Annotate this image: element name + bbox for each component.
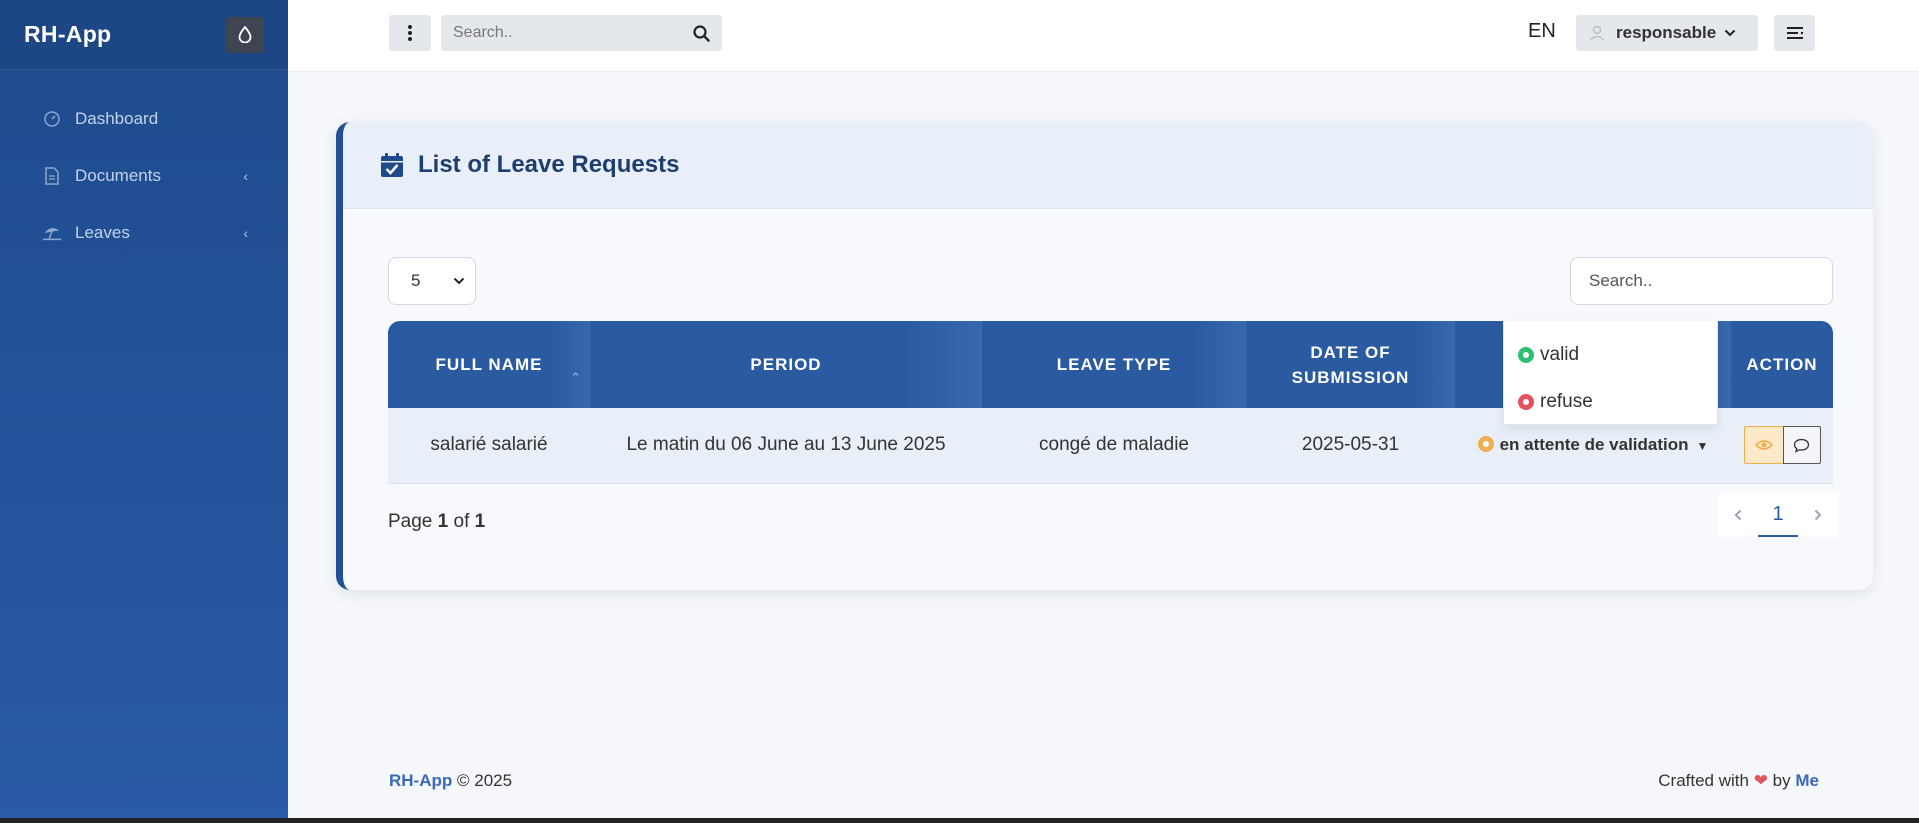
status-option-refuse[interactable]: refuse: [1504, 378, 1717, 425]
theme-toggle-button[interactable]: [226, 16, 264, 53]
column-header-action: ACTION: [1731, 321, 1833, 408]
chevron-down-icon: [1724, 29, 1736, 37]
comment-icon: [1793, 438, 1810, 453]
page-title: List of Leave Requests: [418, 151, 680, 178]
column-header-period[interactable]: PERIOD: [590, 321, 982, 408]
sidebar-item-label: Leaves: [75, 222, 130, 242]
table-search: [1570, 257, 1833, 305]
chevron-left-icon: ‹: [243, 167, 248, 184]
user-name: responsable: [1616, 23, 1717, 42]
sidebar-nav: Dashboard Documents ‹ Leaves ‹: [0, 70, 288, 261]
status-option-label: refuse: [1540, 390, 1593, 412]
leave-requests-card: List of Leave Requests 5 FULL NAME ⌃ PER…: [336, 122, 1873, 590]
previous-page-button[interactable]: [1718, 493, 1758, 537]
vertical-dots-icon: [408, 25, 412, 41]
cell-full-name: salarié salarié: [388, 408, 590, 484]
pending-status-dot: [1477, 436, 1494, 453]
sidebar-header: RH-App: [0, 0, 288, 70]
cell-period: Le matin du 06 June au 13 June 2025: [590, 408, 982, 484]
sidebar-item-documents[interactable]: Documents ‹: [0, 147, 288, 204]
brand-logo[interactable]: RH-App: [24, 21, 111, 48]
gauge-icon: [42, 109, 62, 129]
user-icon: [1590, 25, 1604, 41]
cell-leave-type: congé de maladie: [982, 408, 1246, 484]
more-menu-button[interactable]: [389, 15, 431, 51]
comment-button[interactable]: [1782, 426, 1821, 465]
sidebar: RH-App Dashboard Documents ‹ Leaves ‹: [0, 0, 288, 823]
umbrella-beach-icon: [42, 223, 62, 243]
page-button-1[interactable]: 1: [1758, 493, 1798, 537]
next-page-button[interactable]: [1798, 493, 1838, 537]
language-switcher[interactable]: EN: [1528, 20, 1556, 43]
footer: RH-App © 2025 Crafted with ❤ by Me: [389, 771, 1819, 791]
chevron-left-icon: [1734, 509, 1742, 521]
chevron-left-icon: ‹: [243, 224, 248, 241]
page-length-select[interactable]: 5: [388, 257, 476, 305]
status-label: en attente de validation: [1499, 435, 1689, 455]
footer-author-link[interactable]: Me: [1795, 771, 1819, 790]
cell-date: 2025-05-31: [1246, 408, 1455, 484]
cell-actions: [1731, 408, 1833, 484]
global-search-input[interactable]: [453, 24, 693, 42]
chevron-right-icon: [1814, 509, 1822, 521]
sort-up-icon: ⌃: [570, 369, 582, 385]
refuse-status-dot: [1518, 393, 1534, 410]
table-search-input[interactable]: [1589, 271, 1814, 291]
search-icon[interactable]: [693, 24, 710, 42]
bottom-edge: [0, 818, 1919, 823]
sidebar-item-dashboard[interactable]: Dashboard: [0, 90, 288, 147]
footer-credits: Crafted with ❤ by Me: [1658, 771, 1819, 790]
chevron-down-icon: [453, 277, 465, 285]
eye-icon: [1754, 440, 1773, 451]
pagination: 1: [1718, 493, 1838, 537]
column-header-date-of-submission[interactable]: DATE OF SUBMISSION: [1246, 321, 1455, 408]
topbar: EN responsable: [288, 0, 1919, 72]
status-option-valid[interactable]: valid: [1504, 331, 1717, 378]
document-icon: [42, 166, 62, 186]
list-icon: [1786, 27, 1803, 39]
global-search: [441, 15, 722, 51]
caret-down-icon: ▼: [1696, 439, 1709, 454]
status-dropdown-menu: valid refuse: [1503, 321, 1718, 425]
calendar-check-icon: [381, 153, 403, 177]
sidebar-item-leaves[interactable]: Leaves ‹: [0, 204, 288, 261]
heart-icon: ❤: [1753, 771, 1768, 790]
status-option-label: valid: [1540, 343, 1580, 365]
column-header-leave-type[interactable]: LEAVE TYPE: [982, 321, 1246, 408]
footer-brand-link[interactable]: RH-App: [389, 771, 452, 790]
user-menu-button[interactable]: responsable: [1576, 15, 1758, 51]
footer-copyright: RH-App © 2025: [389, 771, 513, 790]
valid-status-dot: [1518, 346, 1534, 363]
page-length-value: 5: [411, 271, 421, 290]
droplet-icon: [238, 26, 252, 43]
sidebar-item-label: Documents: [75, 165, 161, 185]
column-header-full-name[interactable]: FULL NAME ⌃: [388, 321, 590, 408]
sidebar-item-label: Dashboard: [75, 108, 159, 128]
view-button[interactable]: [1743, 426, 1784, 465]
right-panel-toggle-button[interactable]: [1774, 15, 1815, 51]
card-header: List of Leave Requests: [343, 122, 1873, 209]
page-info: Page 1 of 1: [388, 511, 486, 532]
